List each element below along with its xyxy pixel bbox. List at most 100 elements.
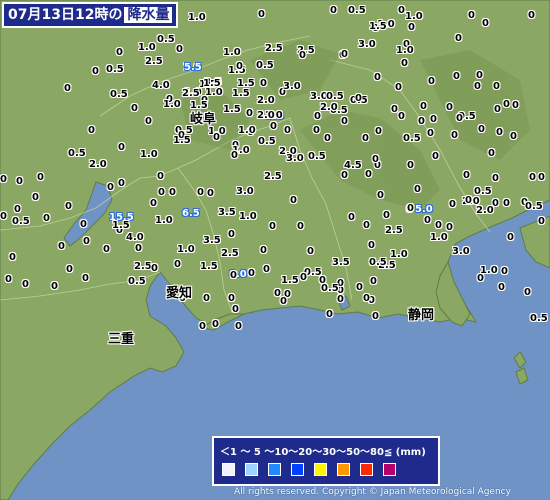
- precip-value-label: 0: [524, 287, 531, 298]
- precip-value-label: 0: [529, 172, 536, 183]
- precip-value-label: 0: [131, 103, 138, 114]
- precip-value-label: 0: [355, 93, 362, 104]
- precip-value-label: 0: [424, 215, 431, 226]
- legend-swatch: [268, 463, 281, 476]
- precip-value-label: 0.5: [403, 133, 421, 144]
- precip-value-label: 0: [203, 293, 210, 304]
- precip-value-label: 1.0: [140, 149, 158, 160]
- precip-value-label: 0: [145, 116, 152, 127]
- map-title: 07月13日12時の 降水量: [2, 2, 179, 28]
- precip-value-label: 0: [492, 173, 499, 184]
- precip-value-label: 2.5: [221, 248, 239, 259]
- precip-value-label: 2.5: [134, 261, 152, 272]
- precip-value-label: 0: [435, 220, 442, 231]
- precip-value-label: 0: [0, 211, 7, 222]
- precip-value-label: 1.5: [369, 21, 387, 32]
- precip-value-label: 0: [510, 131, 517, 142]
- precip-value-label: 0: [58, 241, 65, 252]
- precip-value-label: 0: [341, 116, 348, 127]
- precip-value-label: 0: [476, 70, 483, 81]
- precip-value-label: 0: [270, 121, 277, 132]
- precip-value-label: 1.0: [239, 211, 257, 222]
- precip-value-label: 0: [235, 321, 242, 332]
- precip-value-label: 0: [228, 293, 235, 304]
- precip-value-label: 0: [368, 240, 375, 251]
- precip-value-label: 1.0: [138, 42, 156, 53]
- precipitation-map: 1.0 0 0 0 0 0 0.5 0 0 1.0 1.0 0 1.5 3.0 0 0 0.5 1.0 0.5 0 1.…: [0, 0, 550, 500]
- precip-value-label: 3.0: [286, 153, 304, 164]
- precip-value-label: 0: [65, 201, 72, 212]
- precip-value-label: 0: [314, 111, 321, 122]
- precip-value-label: 0: [372, 154, 379, 165]
- precip-value-label: 1.0: [430, 232, 448, 243]
- prefecture-label-aichi: 愛知: [166, 286, 193, 301]
- precip-value-label: 0: [498, 282, 505, 293]
- precip-value-label: 2.0: [476, 205, 494, 216]
- legend-swatch: [245, 463, 258, 476]
- precip-value-label: 0: [420, 101, 427, 112]
- precip-value-label: 0: [383, 210, 390, 221]
- precip-value-label: 0: [330, 5, 337, 16]
- precip-value-label: 0: [158, 187, 165, 198]
- precip-value-label: 0: [92, 66, 99, 77]
- precip-value-label: 1.0: [188, 12, 206, 23]
- precip-value-label: 0: [370, 276, 377, 287]
- precip-value-label: 2.0: [257, 95, 275, 106]
- precip-value-label: 0: [512, 100, 519, 111]
- precip-value-label: 0: [299, 50, 306, 61]
- precip-value-label: 0: [348, 212, 355, 223]
- precip-value-label: 0: [337, 294, 344, 305]
- precip-value-label: 6.5: [182, 208, 200, 219]
- precip-value-label: 0.5: [256, 60, 274, 71]
- precip-value-label: 0: [197, 187, 204, 198]
- precip-value-label: 0: [418, 116, 425, 127]
- precip-value-label: 0: [260, 245, 267, 256]
- precip-value-label: 0: [118, 142, 125, 153]
- precip-value-label: 0: [528, 10, 535, 21]
- precip-value-label: 0: [501, 266, 508, 277]
- precip-value-label: 1.0: [390, 249, 408, 260]
- precip-value-label: 0.5: [308, 151, 326, 162]
- precip-value-label: 1.0: [223, 47, 241, 58]
- precip-value-label: 0: [446, 222, 453, 233]
- precip-value-label: 0: [207, 188, 214, 199]
- precip-value-label: 0: [377, 190, 384, 201]
- precip-value-label: 0: [157, 171, 164, 182]
- precip-value-label: 0: [300, 272, 307, 283]
- precip-value-label: 0: [231, 150, 238, 161]
- precip-value-label: 0: [365, 169, 372, 180]
- precip-value-label: 0: [135, 243, 142, 254]
- precip-value-label: 0: [228, 229, 235, 240]
- precip-value-label: 0: [82, 273, 89, 284]
- precip-value-label: 0: [407, 160, 414, 171]
- precip-value-label: 0.5: [12, 216, 30, 227]
- precip-value-label: 3.0: [283, 81, 301, 92]
- precip-value-label: 0: [453, 71, 460, 82]
- precip-value-label: 0: [503, 99, 510, 110]
- precip-value-label: 0: [465, 195, 472, 206]
- title-datetime: 07月13日12時の: [8, 7, 123, 23]
- precip-value-label: 3.0: [452, 246, 470, 257]
- precip-value-label: 0: [428, 76, 435, 87]
- precip-value-label: 0: [14, 204, 21, 215]
- precip-value-label: 0: [496, 127, 503, 138]
- precip-value-label: 0: [313, 125, 320, 136]
- precip-value-label: 0: [482, 18, 489, 29]
- precip-value-label: 0: [150, 198, 157, 209]
- precip-value-label: 0: [118, 178, 125, 189]
- precip-value-label: 1.5: [281, 275, 299, 286]
- precip-value-label: 0: [263, 264, 270, 275]
- precip-value-label: 3.5: [203, 235, 221, 246]
- legend-swatch: [360, 463, 373, 476]
- precip-value-label: 0: [88, 125, 95, 136]
- precip-value-label: 0: [407, 203, 414, 214]
- legend-scale-text: ＜1 〜 5 〜10〜20〜30〜50〜80≦ (mm): [220, 447, 426, 458]
- precip-value-label: 0: [22, 279, 29, 290]
- precip-value-label: 0: [463, 170, 470, 181]
- precip-value-label: 0: [260, 78, 267, 89]
- precip-value-label: 0.5: [530, 313, 548, 324]
- precip-value-label: 0: [363, 293, 370, 304]
- precip-value-label: 0: [326, 309, 333, 320]
- precip-value-label: 0: [538, 216, 545, 227]
- legend-swatch: [291, 463, 304, 476]
